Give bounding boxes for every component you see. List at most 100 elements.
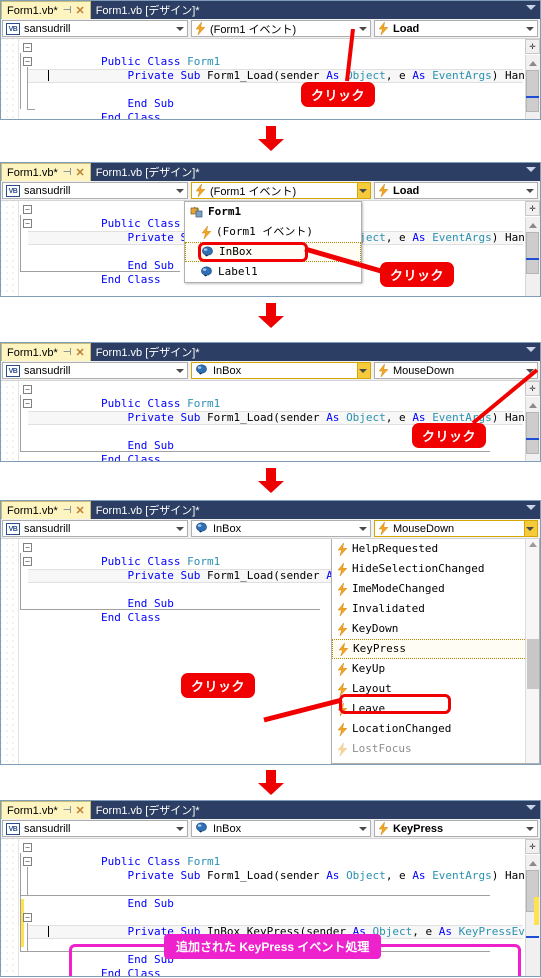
- project-combo[interactable]: VB sansudrill: [2, 820, 188, 837]
- project-combo[interactable]: VB sansudrill: [2, 362, 188, 379]
- outline-collapse-box[interactable]: −: [23, 385, 32, 394]
- split-view-button[interactable]: ✛: [525, 839, 540, 854]
- event-combo-arrowbox[interactable]: [524, 821, 537, 836]
- dropdown-item-lostfocus[interactable]: LostFocus: [332, 739, 539, 759]
- member-combo-arrowbox[interactable]: [357, 183, 370, 198]
- dropdown-item-keypress[interactable]: KeyPress: [332, 639, 539, 659]
- dropdown-item-hideselectionchanged[interactable]: HideSelectionChanged: [332, 559, 539, 579]
- member-combo-arrowbox[interactable]: [357, 521, 370, 536]
- chevron-down-icon[interactable]: [526, 347, 536, 352]
- dropdown-item-imemodechanged[interactable]: ImeModeChanged: [332, 579, 539, 599]
- event-combo[interactable]: Load: [374, 20, 538, 37]
- outline-collapse-box[interactable]: −: [23, 219, 32, 228]
- bolt-icon: [378, 363, 389, 378]
- event-combo[interactable]: Load: [374, 182, 538, 199]
- token-keyword: Class: [147, 855, 181, 868]
- dropdown-item-leave[interactable]: Leave: [332, 699, 539, 719]
- split-view-button[interactable]: ✛: [525, 39, 540, 54]
- project-combo[interactable]: VB sansudrill: [2, 20, 188, 37]
- outline-collapse-box[interactable]: −: [23, 543, 32, 552]
- tab-form1-designer[interactable]: Form1.vb [デザイン]*: [91, 1, 205, 19]
- dropdown-item-form1[interactable]: Form1: [185, 202, 361, 222]
- event-combo[interactable]: KeyPress: [374, 820, 538, 837]
- close-icon[interactable]: ✕: [75, 346, 84, 359]
- scroll-up-icon[interactable]: [529, 542, 537, 547]
- token-keyword: Sub: [153, 97, 174, 110]
- outline-collapse-box[interactable]: −: [23, 557, 32, 566]
- close-icon[interactable]: ✕: [75, 4, 84, 17]
- scrollbar-thumb[interactable]: [527, 639, 539, 689]
- project-combo-arrowbox[interactable]: [174, 21, 187, 36]
- tab-form1-vb[interactable]: Form1.vb* ⊣ ✕: [1, 801, 91, 819]
- outline-collapse-box[interactable]: −: [23, 43, 32, 52]
- scrollbar-thumb[interactable]: [526, 232, 539, 274]
- dropdown-item-invalidated[interactable]: Invalidated: [332, 599, 539, 619]
- outline-collapse-box[interactable]: −: [23, 857, 32, 866]
- scroll-up-button[interactable]: [526, 219, 539, 231]
- member-combo-arrowbox[interactable]: [357, 363, 370, 378]
- member-combo[interactable]: InBox: [191, 520, 371, 537]
- outline-guide: [20, 395, 21, 451]
- tab-form1-vb[interactable]: Form1.vb* ⊣ ✕: [1, 343, 91, 361]
- outline-collapse-box[interactable]: −: [23, 57, 32, 66]
- outline-collapse-box[interactable]: −: [23, 205, 32, 214]
- code-editor[interactable]: Public Class Form1 Private Sub Form1_Loa…: [1, 201, 540, 296]
- event-combo-arrowbox[interactable]: [524, 21, 537, 36]
- tab-form1-vb[interactable]: Form1.vb* ⊣ ✕: [1, 501, 91, 519]
- tab-form1-designer[interactable]: Form1.vb [デザイン]*: [91, 343, 205, 361]
- scroll-up-button[interactable]: [526, 57, 539, 69]
- pin-icon[interactable]: ⊣: [63, 805, 72, 816]
- pin-icon[interactable]: ⊣: [63, 5, 72, 16]
- outline-collapse-box[interactable]: −: [23, 843, 32, 852]
- token-keyword: Public: [100, 397, 141, 410]
- member-combo[interactable]: InBox: [191, 820, 371, 837]
- dropdown-item-locationchanged[interactable]: LocationChanged: [332, 719, 539, 739]
- tab-form1-designer[interactable]: Form1.vb [デザイン]*: [91, 501, 205, 519]
- member-combo-arrowbox[interactable]: [357, 821, 370, 836]
- bolt-icon: [337, 662, 348, 676]
- event-combo-arrowbox[interactable]: [524, 521, 537, 536]
- event-combo-arrowbox[interactable]: [524, 183, 537, 198]
- chevron-down-icon[interactable]: [526, 167, 536, 172]
- project-combo[interactable]: VB sansudrill: [2, 520, 188, 537]
- outline-collapse-box[interactable]: −: [23, 913, 32, 922]
- member-combo[interactable]: (Form1 イベント): [191, 182, 371, 199]
- pin-icon[interactable]: ⊣: [63, 505, 72, 516]
- chevron-down-icon[interactable]: [526, 805, 536, 810]
- project-combo-arrowbox[interactable]: [174, 183, 187, 198]
- outline-collapse-box[interactable]: −: [23, 399, 32, 408]
- close-icon[interactable]: ✕: [75, 504, 84, 517]
- close-icon[interactable]: ✕: [75, 804, 84, 817]
- chevron-down-icon[interactable]: [526, 505, 536, 510]
- dropdown-item-layout[interactable]: Layout: [332, 679, 539, 699]
- code-editor[interactable]: Public Class Form1 Private Sub Form1_Loa…: [1, 539, 540, 764]
- dropdown-item-form1-events[interactable]: (Form1 イベント): [185, 222, 361, 242]
- project-combo-arrowbox[interactable]: [174, 521, 187, 536]
- pin-icon[interactable]: ⊣: [63, 347, 72, 358]
- dropdown-item-label: HelpRequested: [352, 542, 439, 555]
- event-combo[interactable]: MouseDown: [374, 520, 538, 537]
- tab-form1-vb[interactable]: Form1.vb* ⊣ ✕: [1, 163, 91, 181]
- split-view-button[interactable]: ✛: [525, 201, 540, 216]
- tab-form1-vb[interactable]: Form1.vb* ⊣ ✕: [1, 1, 91, 19]
- code-editor[interactable]: Public Class Form1 Private Sub Form1_Loa…: [1, 39, 540, 119]
- close-icon[interactable]: ✕: [75, 166, 84, 179]
- dropdown-item-keydown[interactable]: KeyDown: [332, 619, 539, 639]
- dropdown-item-keyup[interactable]: KeyUp: [332, 659, 539, 679]
- dropdown-item-helprequested[interactable]: HelpRequested: [332, 539, 539, 559]
- chevron-down-icon: [176, 526, 184, 531]
- tab-form1-designer[interactable]: Form1.vb [デザイン]*: [91, 163, 205, 181]
- tab-form1-designer[interactable]: Form1.vb [デザイン]*: [91, 801, 205, 819]
- tab-label: Form1.vb*: [7, 804, 58, 817]
- chevron-down-icon[interactable]: [526, 5, 536, 10]
- project-combo-arrowbox[interactable]: [174, 363, 187, 378]
- text-caret: [48, 70, 49, 81]
- event-dropdown-list[interactable]: HelpRequested HideSelectionChanged ImeMo…: [331, 539, 540, 764]
- pin-icon[interactable]: ⊣: [63, 167, 72, 178]
- project-combo-arrowbox[interactable]: [174, 821, 187, 836]
- member-combo[interactable]: InBox: [191, 362, 371, 379]
- dropdown-scrollbar[interactable]: [525, 539, 539, 763]
- scrollbar-thumb[interactable]: [526, 70, 539, 112]
- scroll-up-button[interactable]: [526, 857, 539, 869]
- project-combo[interactable]: VB sansudrill: [2, 182, 188, 199]
